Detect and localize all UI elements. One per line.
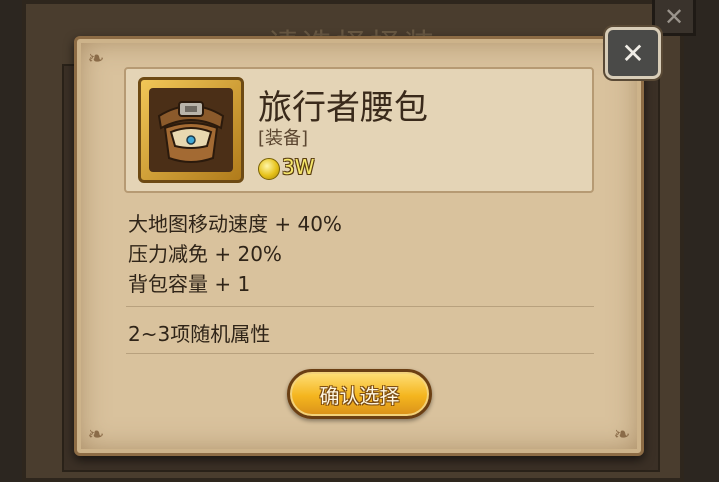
item-name: 旅行者腰包 xyxy=(258,88,428,128)
corner-ornament-icon: ❧ xyxy=(87,422,105,446)
item-type: [装备] xyxy=(258,128,309,149)
corner-ornament-icon: ❧ xyxy=(87,46,105,70)
confirm-button[interactable]: 确认选择 xyxy=(287,369,432,419)
divider xyxy=(126,353,594,354)
crossed-swords-icon: ✕ xyxy=(621,36,645,70)
item-price: 3W xyxy=(282,155,315,179)
stat-line: 背包容量 + 1 xyxy=(128,272,251,296)
random-attributes-text: 2~3项随机属性 xyxy=(128,322,271,346)
travel-belt-bag-icon xyxy=(138,77,244,183)
close-button[interactable]: ✕ xyxy=(605,27,661,79)
crossed-swords-icon: ✕ xyxy=(663,2,685,31)
divider xyxy=(126,306,594,307)
corner-ornament-icon: ❧ xyxy=(613,422,631,446)
gold-coin-icon xyxy=(258,158,280,180)
stat-line: 大地图移动速度 + 40% xyxy=(128,212,342,236)
stat-line: 压力减免 + 20% xyxy=(128,242,282,266)
